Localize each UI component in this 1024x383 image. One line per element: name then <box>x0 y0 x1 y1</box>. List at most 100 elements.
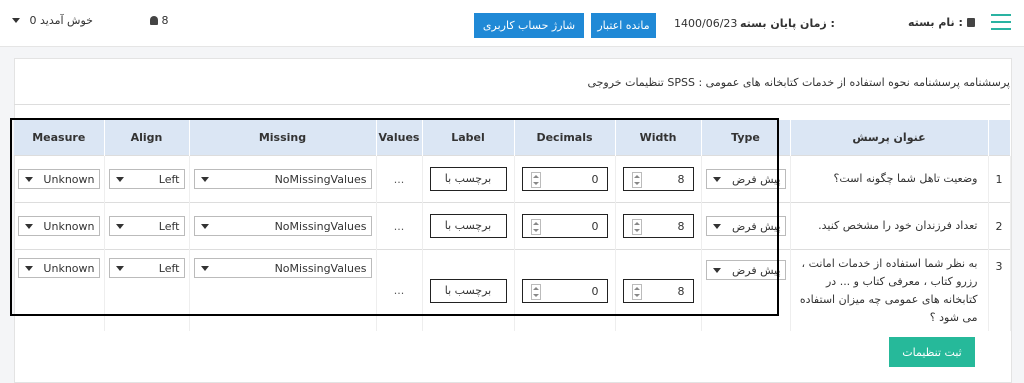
spinner-icon[interactable] <box>631 219 642 235</box>
missing-select[interactable]: NoMissingValues <box>193 216 372 236</box>
measure-select[interactable]: Unknown <box>18 216 100 236</box>
divider <box>14 104 1010 105</box>
align-select[interactable]: Left <box>108 258 185 278</box>
user-count: 8 <box>150 14 169 27</box>
question-text: به نظر شما استفاده از خدمات امانت ، رزرو… <box>790 249 989 331</box>
col-question: عنوان پرسش <box>790 120 989 156</box>
book-icon <box>966 18 975 27</box>
caret-down-icon <box>115 266 124 271</box>
credit-balance-button[interactable]: مانده اعتبار <box>591 13 656 38</box>
spinner-icon[interactable] <box>530 283 541 300</box>
width-value: 8 <box>677 284 685 298</box>
table-row: Unknown Left NoMissingValues ... برچسب ب… <box>14 202 1011 250</box>
table-row: Unknown Left NoMissingValues ... برچسب ب… <box>14 249 1011 331</box>
user-welcome-dropdown[interactable]: 0 خوش آمدید <box>12 14 93 27</box>
table-row: Unknown Left NoMissingValues ... برچسب ب… <box>14 155 1011 203</box>
type-select[interactable]: پیش فرض <box>705 216 786 236</box>
caret-down-icon <box>200 177 209 182</box>
col-values: Values <box>376 120 423 156</box>
caret-down-icon <box>712 224 721 229</box>
spinner-icon[interactable] <box>530 219 541 235</box>
welcome-text: خوش آمدید <box>40 14 93 27</box>
align-select[interactable]: Left <box>108 216 185 236</box>
type-value: پیش فرض <box>731 264 781 277</box>
measure-value: Unknown <box>43 220 95 233</box>
user-count-value: 8 <box>161 14 169 27</box>
decimals-input[interactable]: 0 <box>521 167 608 191</box>
align-value: Left <box>158 173 180 186</box>
label-input[interactable]: برچسب با <box>429 214 507 238</box>
col-width: Width <box>615 120 702 156</box>
table-header-row: Measure Align Missing Values Label Decim… <box>14 120 1011 156</box>
width-value: 8 <box>677 220 685 233</box>
measure-value: Unknown <box>43 262 95 275</box>
package-label-text: نام بسته : <box>908 16 963 29</box>
page-title: تنظیمات خروجی SPSS : پرسشنامه پرسشنامه ن… <box>587 76 1010 89</box>
decimals-input[interactable]: 0 <box>521 278 608 303</box>
col-type: Type <box>701 120 791 156</box>
col-decimals: Decimals <box>514 120 616 156</box>
welcome-count: 0 <box>29 14 37 27</box>
question-text: تعداد فرزندان خود را مشخص کنید. <box>790 202 989 250</box>
question-text: وضعیت تاهل شما چگونه است؟ <box>790 155 989 203</box>
align-select[interactable]: Left <box>108 169 185 189</box>
caret-down-icon <box>25 266 33 271</box>
values-button[interactable]: ... <box>376 202 423 250</box>
type-select[interactable]: پیش فرض <box>705 169 786 189</box>
caret-down-icon <box>712 268 721 273</box>
label-input[interactable]: برچسب با <box>429 167 507 191</box>
label-input[interactable]: برچسب با <box>429 278 507 303</box>
top-navbar: نام بسته : زمان پایان بسته : 1400/06/23 … <box>0 0 1024 47</box>
width-input[interactable]: 8 <box>622 278 694 303</box>
col-measure: Measure <box>14 120 105 156</box>
spinner-icon[interactable] <box>631 172 642 188</box>
measure-value: Unknown <box>43 173 95 186</box>
row-number: 1 <box>988 155 1011 203</box>
values-button[interactable]: ... <box>376 249 423 331</box>
spinner-icon[interactable] <box>530 172 541 188</box>
type-value: پیش فرض <box>731 173 781 186</box>
missing-value: NoMissingValues <box>274 173 367 186</box>
caret-down-icon <box>25 177 33 182</box>
missing-select[interactable]: NoMissingValues <box>193 169 372 189</box>
caret-down-icon <box>115 224 124 229</box>
col-missing: Missing <box>189 120 377 156</box>
user-icon <box>150 16 158 25</box>
spss-settings-table: Measure Align Missing Values Label Decim… <box>14 120 1011 331</box>
width-input[interactable]: 8 <box>622 167 694 191</box>
measure-select[interactable]: Unknown <box>18 169 100 189</box>
end-date: 1400/06/23 <box>674 17 738 30</box>
align-value: Left <box>158 262 180 275</box>
values-button[interactable]: ... <box>376 155 423 203</box>
col-rownum <box>988 120 1011 156</box>
caret-down-icon <box>25 224 33 229</box>
decimals-value: 0 <box>591 220 599 233</box>
decimals-input[interactable]: 0 <box>521 214 608 238</box>
decimals-value: 0 <box>591 284 599 298</box>
hamburger-menu-icon[interactable] <box>991 14 1011 30</box>
save-settings-button[interactable]: ثبت تنظیمات <box>889 337 975 367</box>
col-align: Align <box>104 120 190 156</box>
caret-down-icon <box>115 177 124 182</box>
width-input[interactable]: 8 <box>622 214 694 238</box>
recharge-account-button[interactable]: شارژ حساب کاربری <box>474 13 584 38</box>
row-number: 2 <box>988 202 1011 250</box>
package-name-label: نام بسته : <box>908 16 975 29</box>
caret-down-icon <box>12 18 20 23</box>
missing-value: NoMissingValues <box>274 220 367 233</box>
caret-down-icon <box>200 266 209 271</box>
width-value: 8 <box>677 173 685 186</box>
type-select[interactable]: پیش فرض <box>705 260 786 280</box>
missing-select[interactable]: NoMissingValues <box>193 258 372 278</box>
align-value: Left <box>158 220 180 233</box>
decimals-value: 0 <box>591 173 599 186</box>
caret-down-icon <box>712 177 721 182</box>
missing-value: NoMissingValues <box>274 262 367 275</box>
caret-down-icon <box>200 224 209 229</box>
measure-select[interactable]: Unknown <box>18 258 100 278</box>
spinner-icon[interactable] <box>631 283 642 300</box>
end-time-label: زمان پایان بسته : <box>740 17 835 30</box>
row-number: 3 <box>988 249 1011 331</box>
col-label: Label <box>422 120 515 156</box>
type-value: پیش فرض <box>731 220 781 233</box>
